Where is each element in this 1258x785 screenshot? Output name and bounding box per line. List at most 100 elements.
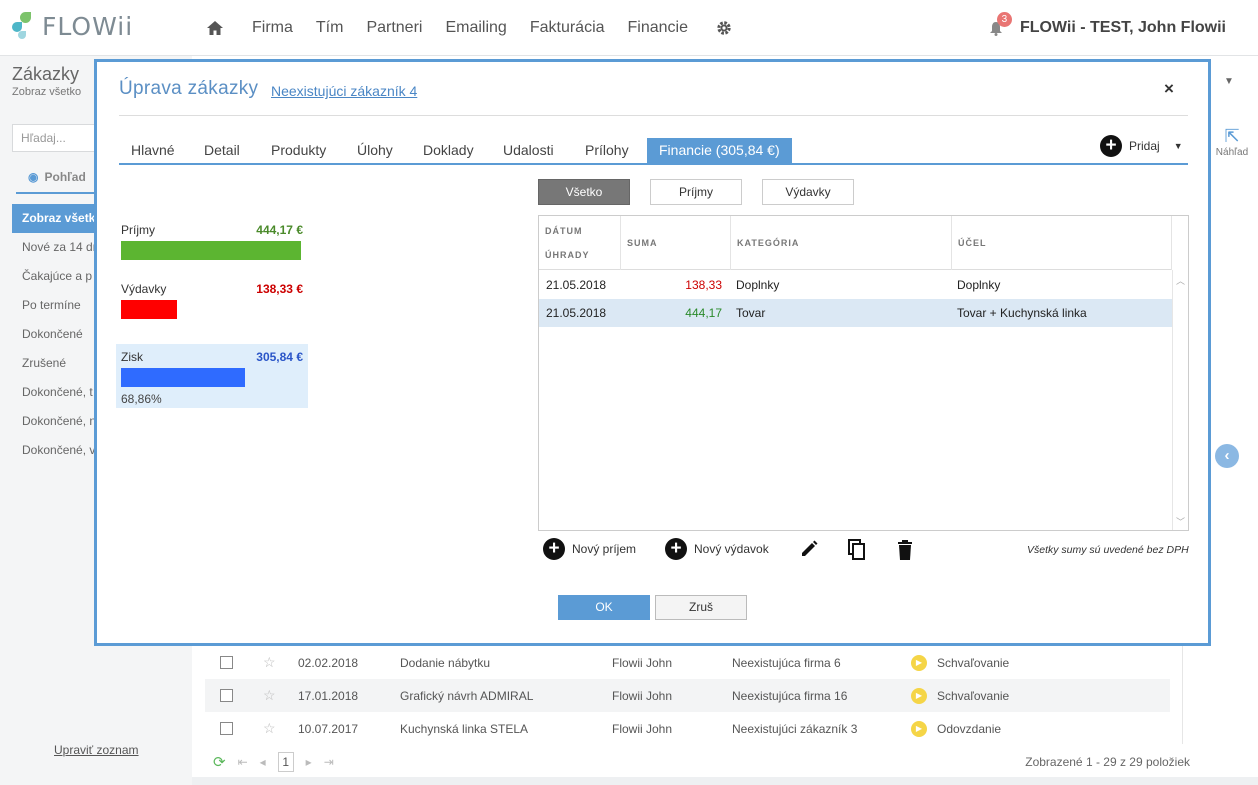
table-row[interactable]: 21.05.2018 138,33 Doplnky Doplnky [539, 271, 1172, 299]
row-status: Schvaľovanie [937, 688, 1010, 703]
last-page-icon[interactable]: ⇥ [324, 755, 334, 769]
copy-icon[interactable] [847, 539, 869, 561]
header-purpose[interactable]: ÚČEL [952, 216, 1172, 270]
play-status-icon: ▶ [911, 687, 927, 704]
profit-value: 305,84 € [256, 350, 303, 364]
finance-grid: DÁTUM ÚHRADY SUMA KATEGÓRIA ÚČEL 21.05.2… [538, 215, 1189, 531]
first-page-icon[interactable]: ⇤ [238, 755, 248, 769]
new-income-button[interactable]: + Nový príjem [543, 538, 636, 560]
modal-title: Úprava zákazky [119, 78, 259, 99]
chevron-down-icon[interactable]: ▼ [1224, 76, 1234, 87]
external-link-icon: ⇱ [1224, 126, 1240, 146]
chevron-up-icon[interactable]: ︿ [1176, 274, 1185, 287]
flowii-logo[interactable]: FLOWii [12, 10, 133, 42]
income-label: Príjmy [121, 223, 155, 237]
plus-circle-icon: + [665, 538, 687, 560]
row-amount: 138,33 [685, 278, 722, 292]
row-name: Grafický návrh ADMIRAL [400, 688, 534, 703]
ok-button[interactable]: OK [558, 595, 650, 620]
chevron-down-icon[interactable]: ﹀ [1176, 515, 1185, 528]
table-scrollbar[interactable] [1182, 646, 1200, 744]
user-area[interactable]: 3 FLOWii - TEST, John Flowii [989, 12, 1226, 38]
star-icon[interactable]: ☆ [263, 720, 276, 737]
expense-summary: Výdavky 138,33 € [117, 278, 307, 323]
main-nav: Firma Tím Partneri Emailing Fakturácia F… [204, 17, 735, 39]
header-category[interactable]: KATEGÓRIA [731, 216, 952, 270]
tab-doklady[interactable]: Doklady [423, 142, 474, 158]
grid-scrollbar[interactable]: ︿ ﹀ [1172, 270, 1188, 530]
nav-partneri[interactable]: Partneri [366, 19, 422, 37]
next-page-icon[interactable]: ▸ [306, 755, 312, 769]
row-customer: Neexistujúci zákazník 3 [732, 721, 858, 736]
tab-detail[interactable]: Detail [204, 142, 240, 158]
nav-firma[interactable]: Firma [252, 19, 293, 37]
row-date: 10.07.2017 [298, 721, 359, 736]
add-button[interactable]: + Pridaj ▼ [1100, 135, 1183, 157]
row-category: Tovar [736, 306, 766, 320]
vat-note: Všetky sumy sú uvedené bez DPH [1027, 544, 1189, 556]
row-checkbox[interactable] [220, 722, 233, 735]
row-amount: 444,17 [685, 306, 722, 320]
notification-badge: 3 [996, 12, 1012, 27]
row-date: 21.05.2018 [546, 306, 607, 320]
tab-prilohy[interactable]: Prílohy [585, 142, 629, 158]
edit-list-link[interactable]: Upraviť zoznam [54, 743, 139, 757]
close-icon[interactable]: × [1164, 79, 1174, 99]
customer-link[interactable]: Neexistujúci zákazník 4 [271, 83, 417, 99]
nav-emailing[interactable]: Emailing [445, 19, 506, 37]
row-checkbox[interactable] [220, 656, 233, 669]
table-row[interactable]: 21.05.2018 444,17 Tovar Tovar + Kuchynsk… [539, 299, 1172, 327]
expense-value: 138,33 € [256, 282, 303, 296]
tab-hlavne[interactable]: Hlavné [131, 142, 175, 158]
new-expense-button[interactable]: + Nový výdavok [665, 538, 769, 560]
refresh-icon[interactable]: ⟳ [213, 753, 226, 771]
tab-financie[interactable]: Financie (305,84 €) [647, 138, 792, 163]
row-name: Kuchynská linka STELA [400, 721, 529, 736]
gear-icon[interactable] [713, 17, 735, 39]
plus-circle-icon: + [1100, 135, 1122, 157]
logo-mark-icon [12, 12, 34, 40]
bell-icon[interactable]: 3 [989, 12, 1012, 38]
income-value: 444,17 € [256, 223, 303, 237]
prev-page-icon[interactable]: ◂ [260, 755, 266, 769]
logo-text: FLOWii [42, 11, 134, 41]
header-date[interactable]: DÁTUM ÚHRADY [539, 216, 621, 270]
caret-down-icon[interactable]: ▼ [1174, 141, 1183, 151]
row-status: Odovzdanie [937, 721, 1002, 736]
row-checkbox[interactable] [220, 689, 233, 702]
row-purpose: Tovar + Kuchynská linka [957, 306, 1087, 320]
star-icon[interactable]: ☆ [263, 654, 276, 671]
tab-udalosti[interactable]: Udalosti [503, 142, 554, 158]
nav-fakturacia[interactable]: Fakturácia [530, 19, 605, 37]
tab-produkty[interactable]: Produkty [271, 142, 326, 158]
table-row[interactable]: ☆ 02.02.2018 Dodanie nábytku Flowii John… [205, 646, 1170, 679]
cancel-button[interactable]: Zruš [655, 595, 747, 620]
user-name[interactable]: FLOWii - TEST, John Flowii [1020, 19, 1226, 37]
home-icon[interactable] [204, 17, 226, 39]
grid-header: DÁTUM ÚHRADY SUMA KATEGÓRIA ÚČEL [539, 216, 1172, 270]
profit-bar [121, 368, 245, 387]
expense-label: Výdavky [121, 282, 167, 296]
preview-label: Náhľad [1215, 147, 1249, 158]
chevron-left-icon[interactable]: ‹ [1215, 444, 1239, 468]
preview-tool[interactable]: ⇱ Náhľad [1212, 126, 1252, 158]
filter-expense-button[interactable]: Výdavky [762, 179, 854, 205]
pencil-icon[interactable] [799, 539, 821, 561]
nav-financie[interactable]: Financie [628, 19, 688, 37]
row-name: Dodanie nábytku [400, 655, 491, 670]
page-subtitle: Zobraz všetko [12, 86, 82, 98]
table-row[interactable]: ☆ 10.07.2017 Kuchynská linka STELA Flowi… [205, 712, 1170, 745]
header-amount[interactable]: SUMA [621, 216, 731, 270]
filter-income-button[interactable]: Príjmy [650, 179, 742, 205]
page-number[interactable]: 1 [277, 752, 294, 772]
tab-ulohy[interactable]: Úlohy [357, 142, 393, 158]
trash-icon[interactable] [896, 539, 918, 561]
grid-actions: + Nový príjem + Nový výdavok Všetky sumy… [543, 538, 1189, 562]
row-status: Schvaľovanie [937, 655, 1010, 670]
star-icon[interactable]: ☆ [263, 687, 276, 704]
play-status-icon: ▶ [911, 720, 927, 737]
nav-tim[interactable]: Tím [316, 19, 344, 37]
table-row[interactable]: ☆ 17.01.2018 Grafický návrh ADMIRAL Flow… [205, 679, 1170, 712]
filter-all-button[interactable]: Všetko [538, 179, 630, 205]
view-label: Pohľad [44, 170, 86, 184]
